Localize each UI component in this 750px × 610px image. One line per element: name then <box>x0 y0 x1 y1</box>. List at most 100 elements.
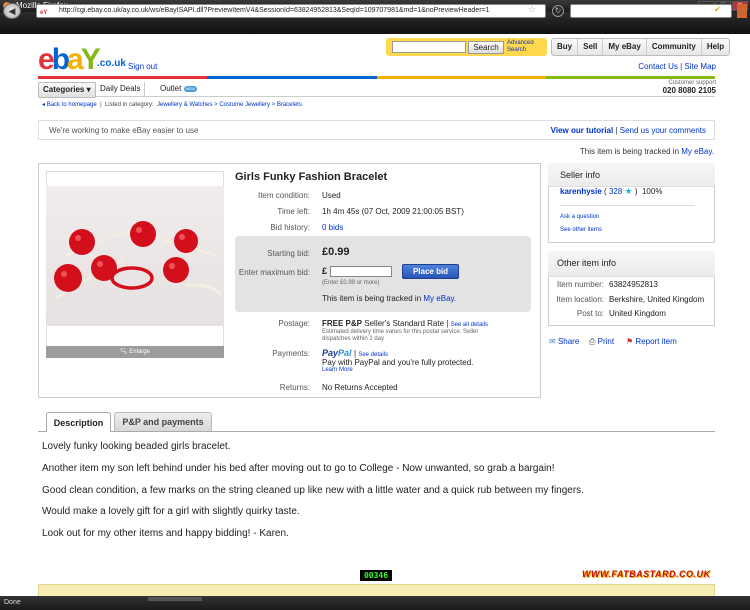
description-line-4: Would make a lovely gift for a girl with… <box>42 506 300 517</box>
visit-counter: 00346 <box>360 570 392 581</box>
envelope-icon: ✉ <box>549 337 556 346</box>
postage-note-2: dispatches within 1 day <box>322 336 385 342</box>
notice-links: View our tutorial | Send us your comment… <box>550 126 706 135</box>
starting-bid-value: £0.99 <box>322 246 350 258</box>
seller-divider <box>560 205 695 206</box>
logo-tld: .co.uk <box>97 58 126 69</box>
nav-sell[interactable]: Sell <box>578 39 604 55</box>
postage-value: FREE P&P Seller's Standard Rate | See al… <box>322 319 488 328</box>
send-comments-link[interactable]: Send us your comments <box>620 126 706 135</box>
other-item-info-title: Other item info <box>557 258 617 268</box>
tracking-in-bid-box: This item is being tracked in My eBay. <box>322 294 457 303</box>
view-tutorial-link[interactable]: View our tutorial <box>551 126 614 135</box>
postage-note-1: Estimated delivery time varies for this … <box>322 329 479 335</box>
item-location-label: Item location: <box>556 295 604 304</box>
post-to-label: Post to: <box>576 309 604 318</box>
new-badge: NEW <box>183 85 197 92</box>
description-line-2: Another item my son left behind under hi… <box>42 463 555 474</box>
daily-deals-link[interactable]: Daily Deals <box>96 82 146 96</box>
description-line-3: Good clean condition, a few marks on the… <box>42 485 584 496</box>
search-input[interactable] <box>392 41 466 53</box>
breadcrumb: ◂ Back to homepage | Listed in category:… <box>42 102 302 108</box>
notice-text: We're working to make eBay easier to use <box>49 126 199 135</box>
magnifier-icon: 🔍︎ <box>120 349 128 355</box>
customer-support: Customer support 020 8080 2105 <box>663 80 716 95</box>
brand-stripe <box>545 76 715 79</box>
tab-pp-and-payments[interactable]: P&P and payments <box>114 412 212 431</box>
search-button[interactable]: Search <box>468 41 504 54</box>
seller-name-link[interactable]: karenhysie <box>560 187 602 196</box>
postage-label: Postage: <box>278 319 310 328</box>
seller-line: karenhysie ( 328 ★ ) 100% <box>560 186 663 196</box>
printer-icon: ⎙ <box>589 337 596 346</box>
ask-question-link[interactable]: Ask a question <box>560 214 599 220</box>
max-bid-label: Enter maximum bid: <box>238 268 310 277</box>
nav-community[interactable]: Community <box>647 39 702 55</box>
ebay-logo[interactable]: ebaY <box>38 45 101 75</box>
see-other-items-link[interactable]: See other items <box>560 227 602 233</box>
paypal-protection-text: Pay with PayPal and you're fully protect… <box>322 358 474 367</box>
feedback-star-icon: ★ <box>624 186 633 196</box>
item-number-value: 63824952813 <box>609 280 658 289</box>
tab-description[interactable]: Description <box>46 412 111 432</box>
site-map-link[interactable]: Site Map <box>684 62 716 71</box>
seller-info-title: Seller info <box>560 170 601 180</box>
back-arrow-icon: ◂ <box>42 102 46 108</box>
category-bar: Categories ▾ Daily Deals Outlet NEW <box>38 81 715 98</box>
post-to-value: United Kingdom <box>609 309 666 318</box>
fatbastard-link[interactable]: WWW.FATBASTARD.CO.UK <box>582 569 710 579</box>
back-to-homepage-link[interactable]: Back to homepage <box>47 102 97 108</box>
sign-out-link[interactable]: Sign out <box>128 62 157 71</box>
item-photo[interactable] <box>46 186 224 326</box>
description-line-5: Look out for my other items and happy bi… <box>42 528 289 539</box>
contact-links: Contact Us | Site Map <box>638 62 716 71</box>
reload-icon[interactable]: ↻ <box>552 5 564 17</box>
flag-icon: ⚑ <box>626 337 634 346</box>
address-bar[interactable]: eY http://cgi.ebay.co.uk/ay.co.uk/ws/eBa… <box>36 4 546 18</box>
enlarge-button[interactable]: 🔍︎ Enlarge <box>46 346 224 358</box>
bookmark-star-icon[interactable]: ☆ <box>528 4 536 15</box>
advanced-search-link[interactable]: Advanced Search <box>507 40 534 54</box>
learn-more-link[interactable]: Learn More <box>322 367 353 373</box>
nav-my-ebay[interactable]: My eBay <box>603 39 647 55</box>
nav-buy[interactable]: Buy <box>552 39 579 55</box>
condition-label: Item condition: <box>257 191 310 200</box>
category-path-link[interactable]: Jewellery & Watches > Costume Jewellery … <box>157 102 302 108</box>
item-number-label: Item number: <box>556 280 604 289</box>
place-bid-button[interactable]: Place bid <box>402 264 459 279</box>
back-arrow-icon[interactable]: ◀ <box>3 3 21 19</box>
ebay-favicon: eY <box>40 10 48 16</box>
item-location-value: Berkshire, United Kingdom <box>609 295 705 304</box>
brand-stripe <box>38 76 208 79</box>
my-ebay-link-2[interactable]: My eBay. <box>423 294 456 303</box>
bid-history-link[interactable]: 0 bids <box>322 223 343 232</box>
returns-value: No Returns Accepted <box>322 383 398 392</box>
feedback-percent: 100% <box>641 187 663 196</box>
payments-label: Payments: <box>272 349 310 358</box>
search-go-icon[interactable]: ✔ <box>714 5 721 14</box>
horizontal-scrollbar[interactable] <box>148 597 202 601</box>
status-text: Done <box>4 599 21 606</box>
share-action[interactable]: ✉ Share <box>549 337 579 346</box>
bracelet-image <box>54 221 222 299</box>
my-ebay-link[interactable]: My eBay. <box>681 147 714 156</box>
brand-stripe <box>376 76 546 79</box>
print-action[interactable]: ⎙ Print <box>589 337 614 347</box>
nav-help[interactable]: Help <box>702 39 729 55</box>
toolbar-extension-icon[interactable] <box>737 4 747 18</box>
categories-menu[interactable]: Categories ▾ <box>38 82 96 98</box>
time-left-label: Time left: <box>277 207 310 216</box>
payments-see-details: | See details <box>354 349 388 358</box>
feedback-score-link[interactable]: 328 <box>609 187 622 196</box>
contact-us-link[interactable]: Contact Us <box>638 62 678 71</box>
see-all-details-link[interactable]: See all details <box>451 322 488 328</box>
browser-search-input[interactable] <box>570 4 732 18</box>
outlet-link[interactable]: Outlet NEW <box>156 82 201 96</box>
report-action[interactable]: ⚑ Report item <box>626 337 677 346</box>
notice-banner: We're working to make eBay easier to use… <box>38 120 715 140</box>
condition-value: Used <box>322 191 341 200</box>
url-text: http://cgi.ebay.co.uk/ay.co.uk/ws/eBayIS… <box>59 7 490 14</box>
max-bid-input[interactable] <box>330 266 392 277</box>
brand-stripe <box>207 76 377 79</box>
bid-history-label: Bid history: <box>270 223 310 232</box>
